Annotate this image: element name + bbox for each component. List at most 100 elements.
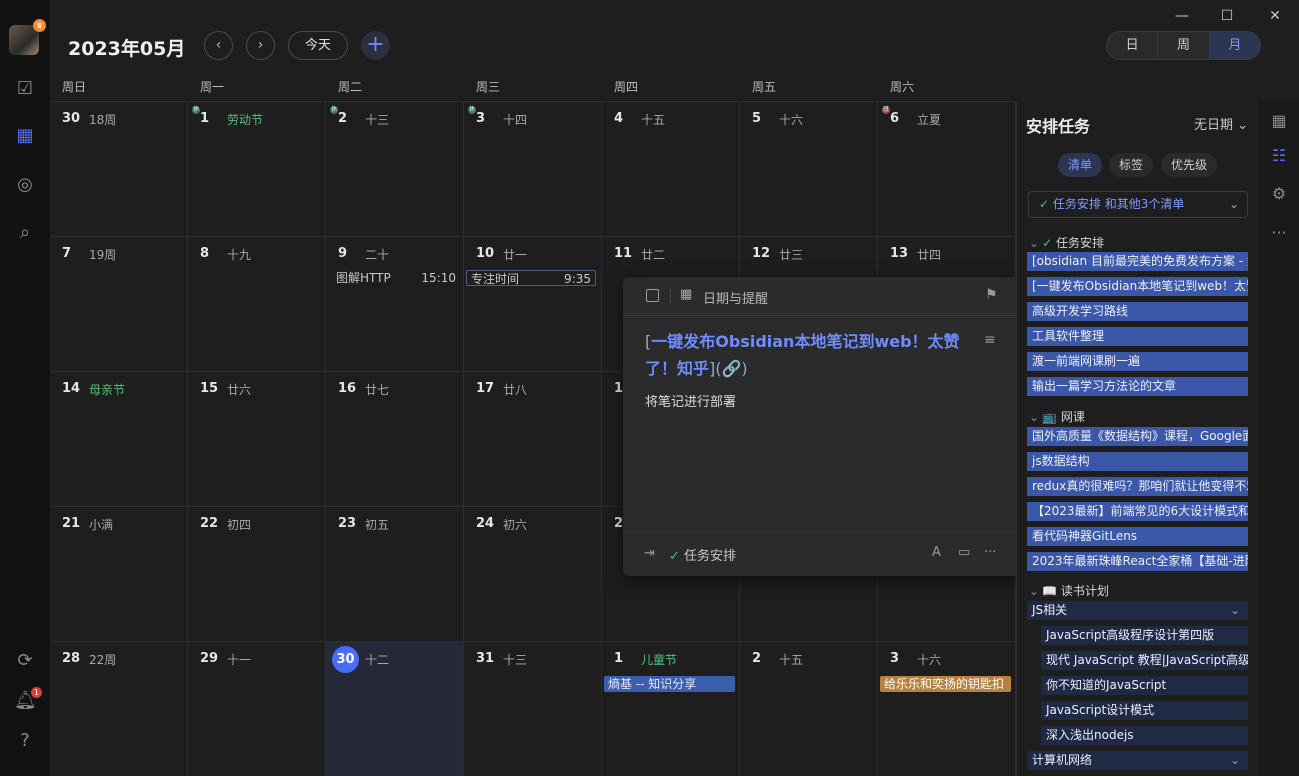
subgroup-header[interactable]: JS相关 ⌄ [1027,601,1248,620]
task-item[interactable]: 看代码神器GitLens [1027,527,1248,546]
day-cell[interactable]: 5 十六 [740,101,878,236]
list-filter-select[interactable]: ✓ 任务安排 和其他3个清单 ⌄ [1028,191,1248,218]
day-cell[interactable]: 8 十九 [188,236,326,371]
link-icon[interactable]: 🔗 [722,359,742,378]
day-cell[interactable]: 28 22周 [50,641,188,776]
task-title[interactable]: [一键发布Obsidian本地笔记到web！太赞了！知乎](🔗) [645,328,985,382]
task-item[interactable]: [obsidian 目前最完美的免费发布方案 - 渐进式教程 [1027,252,1248,271]
day-cell[interactable]: 10 廿一 [464,236,602,371]
day-cell[interactable]: 30 18周 [50,101,188,236]
task-item[interactable]: JavaScript高级程序设计第四版 [1041,626,1248,645]
day-cell[interactable]: 休 3 十四 [464,101,602,236]
calendar-event[interactable]: 熵基 -- 知识分享 [604,676,735,692]
calendar-event[interactable]: 图解HTTP 15:10 [332,270,460,286]
view-week-button[interactable]: 周 [1158,32,1210,59]
tab-list[interactable]: 清单 [1058,153,1103,177]
task-item[interactable]: 2023年最新珠峰React全家桶【基础-进阶】 [1027,552,1248,571]
task-item[interactable]: 深入浅出nodejs [1041,726,1248,745]
day-cell[interactable]: 17 廿八 [464,371,602,506]
day-cell[interactable]: 休 1 劳动节 [188,101,326,236]
move-list-icon[interactable]: ⇥ [644,546,655,561]
flag-icon[interactable]: ⚑ [985,287,998,303]
text-format-icon[interactable]: A [932,545,941,560]
subgroup-header[interactable]: 计算机网络 ⌄ [1027,751,1248,770]
group-header[interactable]: ⌄ ✓ 任务安排 [1029,234,1104,251]
lunar-label: 十六 [779,113,804,127]
day-cell[interactable]: 2 十五 [740,641,878,776]
day-cell[interactable]: 24 初六 [464,506,602,641]
lunar-label: 廿八 [503,383,528,397]
day-cell[interactable]: 1 儿童节 [602,641,740,776]
checkbox-icon[interactable]: ☑ [14,78,36,100]
day-cell[interactable]: 14 母亲节 [50,371,188,506]
chevron-down-icon[interactable]: ⌄ [174,38,183,51]
day-cell[interactable]: 班 6 立夏 [878,101,1016,236]
more-icon[interactable]: ··· [1269,223,1289,243]
arrange-tasks-panel: 安排任务 无日期 ⌄ 清单 标签 优先级 ✓ 任务安排 和其他3个清单 ⌄ ⌄ ✓… [1016,101,1258,776]
day-cell[interactable]: 31 十三 [464,641,602,776]
day-cell[interactable]: 15 廿六 [188,371,326,506]
day-cell[interactable]: 9 二十 [326,236,464,371]
group-header[interactable]: ⌄ 📺 网课 [1029,408,1085,425]
description-icon[interactable]: ≡ [984,332,996,348]
next-month-button[interactable]: › [246,31,275,60]
group-header[interactable]: ⌄ 📖 读书计划 [1029,582,1109,599]
tab-priority[interactable]: 优先级 [1161,153,1218,177]
day-cell[interactable]: 23 初五 [326,506,464,641]
focus-icon[interactable]: ◎ [14,174,36,196]
add-event-button[interactable]: + [361,31,390,60]
day-cell[interactable]: 22 初四 [188,506,326,641]
task-item[interactable]: [一键发布Obsidian本地笔记到web！太赞了！ [1027,277,1248,296]
close-icon[interactable]: ✕ [1265,6,1285,26]
search-icon[interactable]: ⌕ [14,222,36,244]
task-item[interactable]: 你不知道的JavaScript [1041,676,1248,695]
day-cell[interactable]: 休 2 十三 [326,101,464,236]
weekday-label: 周三 [476,80,501,94]
task-item[interactable]: 国外高质量《数据结构》课程，Google面试官 [1027,427,1248,446]
task-list-selector[interactable]: ✓ 任务安排 [669,545,736,564]
calendar-icon[interactable]: ▦ [1269,111,1289,131]
task-item[interactable]: redux真的很难吗？那咱们就让他变得不难 [1027,477,1248,496]
month-title[interactable]: 2023年05月 [68,34,185,61]
task-item[interactable]: 输出一篇学习方法论的文章 [1027,377,1248,396]
calendar-event[interactable]: 专注时间 9:35 [466,270,596,286]
more-icon[interactable]: ··· [984,545,996,560]
task-item[interactable]: 渡一前端网课刷一遍 [1027,352,1248,371]
task-item[interactable]: js数据结构 [1027,452,1248,471]
today-button[interactable]: 今天 [288,31,348,60]
task-note[interactable]: 将笔记进行部署 [645,391,736,410]
no-date-dropdown[interactable]: 无日期 ⌄ [1194,114,1248,133]
day-cell[interactable]: 21 小满 [50,506,188,641]
task-item[interactable]: JavaScript设计模式 [1041,701,1248,720]
calendar-icon[interactable]: ▦ [14,125,36,147]
prev-month-button[interactable]: ‹ [204,31,233,60]
help-icon[interactable]: ? [14,730,36,752]
view-month-button[interactable]: 月 [1209,32,1260,59]
day-cell[interactable]: 3 十六 [878,641,1016,776]
minimize-icon[interactable]: — [1172,6,1192,26]
task-title: JavaScript高级程序设计第四版 [1046,628,1215,642]
task-item[interactable]: 【2023最新】前端常见的6大设计模式和 [1027,502,1248,521]
task-complete-checkbox[interactable] [646,289,659,302]
calendar-icon[interactable]: ▦ [680,287,692,302]
sync-icon[interactable]: ⟳ [14,650,36,672]
task-item[interactable]: 工具软件整理 [1027,327,1248,346]
date-number: 9 [338,246,348,261]
day-cell[interactable]: 29 十一 [188,641,326,776]
day-cell[interactable]: 4 十五 [602,101,740,236]
lunar-label: 十六 [917,653,942,667]
comment-icon[interactable]: ▭ [958,545,970,560]
task-item[interactable]: 高级开发学习路线 [1027,302,1248,321]
tab-tags[interactable]: 标签 [1109,153,1154,177]
day-cell[interactable]: 7 19周 [50,236,188,371]
no-date-label: 无日期 [1194,118,1234,133]
maximize-icon[interactable]: ☐ [1217,6,1237,26]
day-cell[interactable]: 30 十二 [326,641,464,776]
calendar-event[interactable]: 给乐乐和奕扬的钥匙扣 [880,676,1011,692]
task-item[interactable]: 现代 JavaScript 教程|JavaScript高级 [1041,651,1248,670]
view-day-button[interactable]: 日 [1107,32,1159,59]
date-reminder-button[interactable]: 日期与提醒 [703,288,768,307]
arrange-tasks-icon[interactable]: ☷ [1269,146,1289,166]
day-cell[interactable]: 16 廿七 [326,371,464,506]
settings-icon[interactable]: ⚙ [1269,184,1289,204]
